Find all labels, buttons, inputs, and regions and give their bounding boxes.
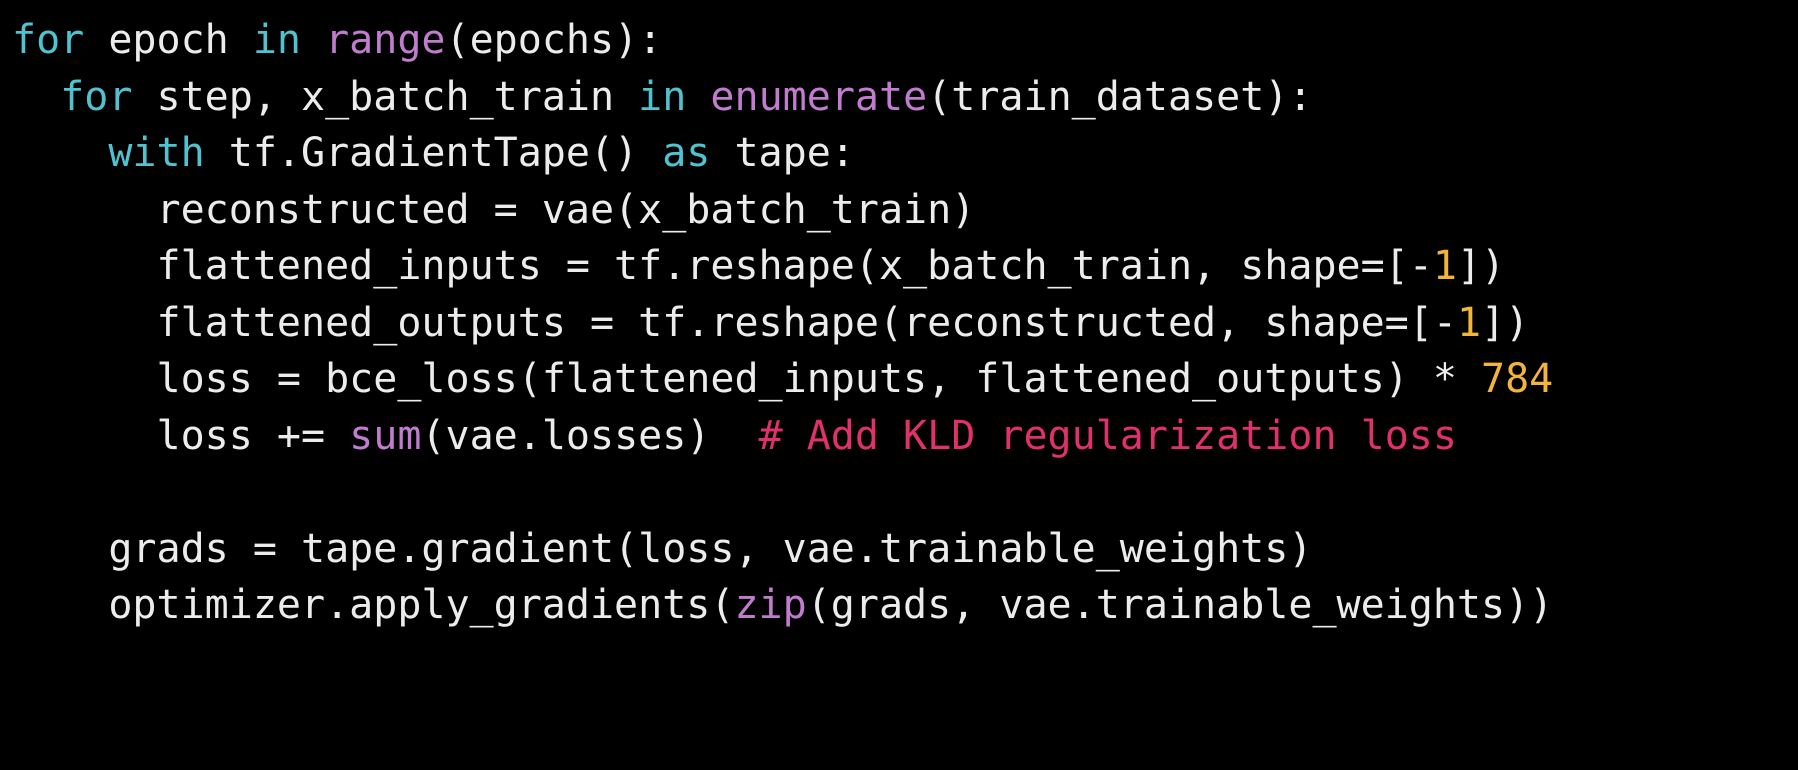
- code-line: flattened_outputs = tf.reshape(reconstru…: [12, 295, 1553, 352]
- code-keyword: for: [12, 17, 85, 63]
- code-text: loss +=: [156, 412, 350, 459]
- code-text: tape:: [710, 130, 855, 176]
- code-builtin: sum: [349, 412, 422, 459]
- code-keyword: in: [252, 17, 301, 63]
- code-number: 1: [1456, 299, 1482, 346]
- code-text: (epochs):: [445, 17, 663, 63]
- code-text: tf.GradientTape(): [204, 130, 663, 176]
- code-text: flattened_inputs = tf.reshape(x_batch_tr…: [156, 243, 1433, 289]
- code-number: 784: [1481, 356, 1554, 402]
- code-line: with tf.GradientTape() as tape:: [12, 125, 1553, 182]
- code-text: grads = tape.gradient(loss, vae.trainabl…: [108, 525, 1313, 572]
- code-line: grads = tape.gradient(loss, vae.trainabl…: [12, 521, 1553, 578]
- code-comment: # Add KLD regularization loss: [758, 412, 1457, 459]
- code-text: (grads, vae.trainable_weights)): [806, 582, 1554, 628]
- code-line: reconstructed = vae(x_batch_train): [12, 182, 1553, 239]
- code-text: loss = bce_loss(flattened_inputs, flatte…: [156, 356, 1482, 402]
- code-panel: for epoch in range(epochs): for step, x_…: [0, 0, 1798, 770]
- code-text: optimizer.apply_gradients(: [108, 582, 735, 628]
- code-builtin: range: [325, 17, 446, 63]
- code-line: loss += sum(vae.losses) # Add KLD regula…: [12, 408, 1553, 465]
- code-text: (vae.losses): [421, 412, 759, 459]
- code-builtin: zip: [734, 582, 807, 628]
- code-number: 1: [1432, 243, 1457, 289]
- code-text: (train_dataset):: [927, 73, 1313, 120]
- code-text: epoch: [84, 17, 253, 63]
- code-block: for epoch in range(epochs): for step, x_…: [12, 12, 1553, 634]
- code-line: optimizer.apply_gradients(zip(grads, vae…: [12, 577, 1553, 634]
- code-line: for step, x_batch_train in enumerate(tra…: [12, 69, 1553, 126]
- code-text: ]): [1456, 243, 1506, 289]
- code-text: reconstructed = vae(x_batch_train): [156, 186, 976, 233]
- code-line: loss = bce_loss(flattened_inputs, flatte…: [12, 351, 1554, 408]
- code-keyword: for: [60, 73, 133, 120]
- code-keyword: in: [638, 73, 687, 120]
- code-keyword: as: [662, 130, 711, 176]
- code-builtin: enumerate: [710, 73, 928, 120]
- code-text: ]): [1481, 299, 1530, 346]
- code-text: step, x_batch_train: [132, 73, 639, 120]
- code-line: flattened_inputs = tf.reshape(x_batch_tr…: [12, 238, 1553, 295]
- code-text: flattened_outputs = tf.reshape(reconstru…: [156, 299, 1457, 346]
- code-line: for epoch in range(epochs):: [12, 12, 1553, 69]
- code-keyword: with: [108, 130, 205, 176]
